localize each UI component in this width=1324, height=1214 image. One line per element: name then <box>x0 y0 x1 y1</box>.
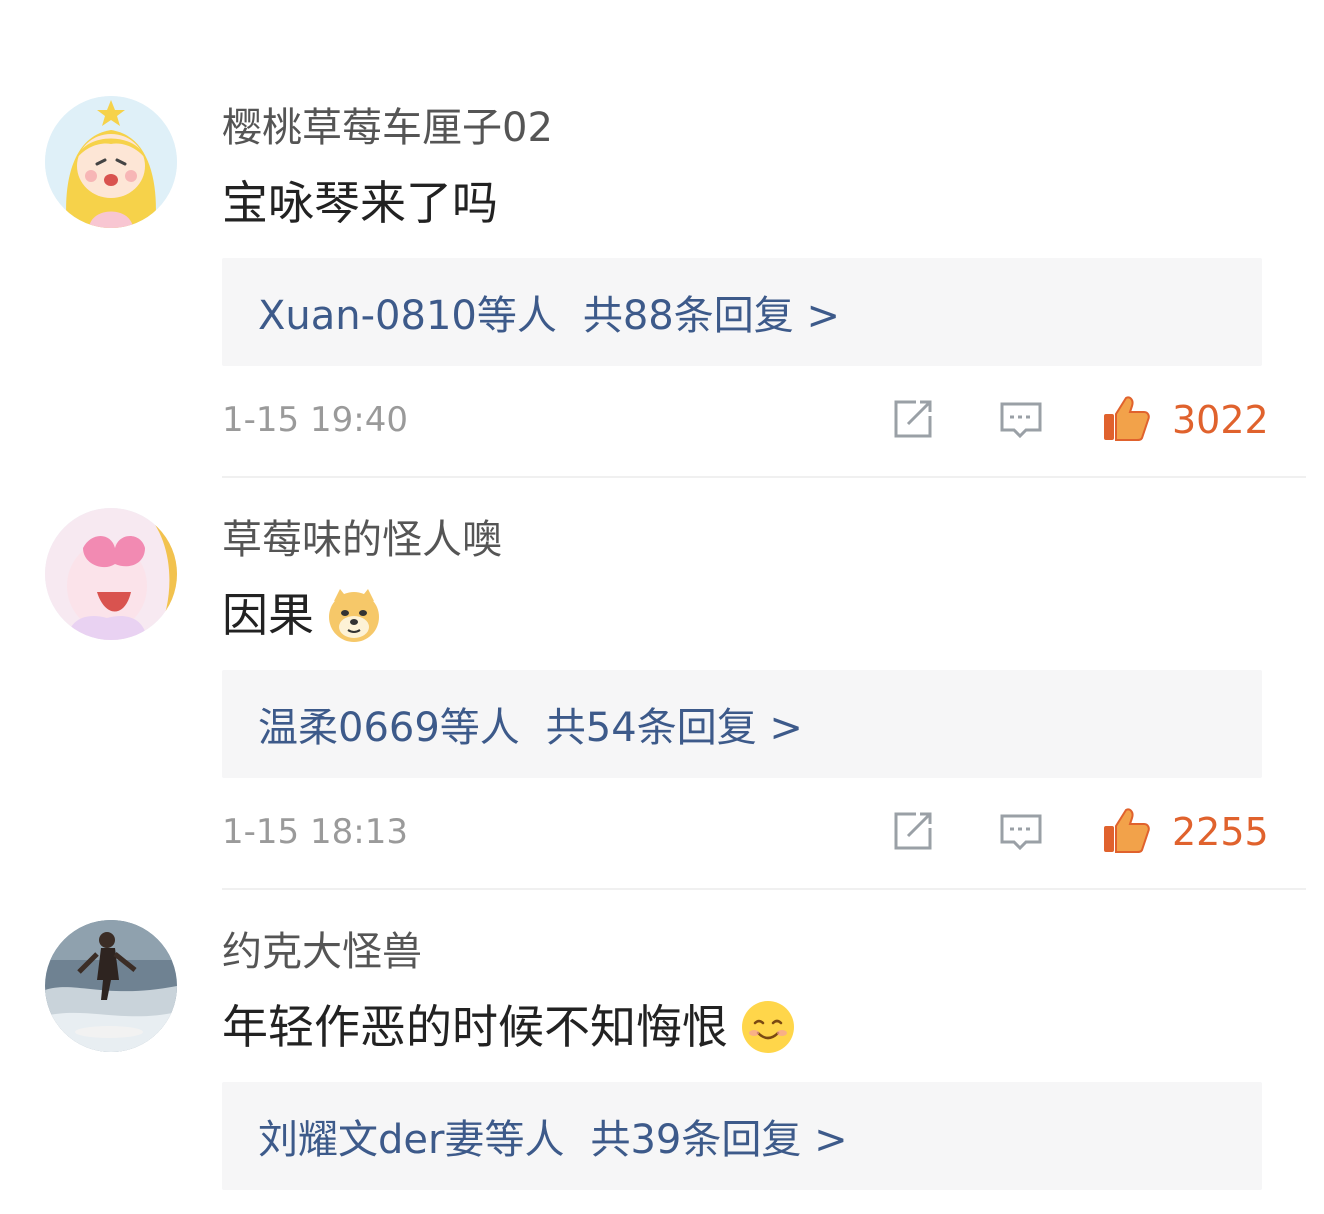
like-count: 3022 <box>1172 398 1269 442</box>
comment-text: 因果 <box>222 584 382 646</box>
comment-time: 1-15 19:40 <box>222 400 408 440</box>
avatar[interactable] <box>45 96 177 228</box>
comment-feed: 樱桃草莓车厘子02 宝咏琴来了吗 Xuan-0810等人 共88条回复 > 1-1… <box>0 0 1324 1214</box>
reply-users[interactable]: Xuan-0810等人 <box>258 293 557 339</box>
comment-bubble-icon[interactable] <box>998 808 1044 854</box>
reply-summary[interactable]: 温柔0669等人 共54条回复 > <box>222 670 1262 778</box>
divider <box>222 888 1306 890</box>
divider <box>222 476 1306 478</box>
comment-item: 草莓味的怪人噢 因果 温柔0669等人 共54条回复 > 1-15 18:13 … <box>0 508 1324 908</box>
comment-text-content: 年轻作恶的时候不知悔恨 <box>222 1000 728 1054</box>
reply-users[interactable]: 温柔0669等人 <box>258 705 520 751</box>
thumbs-up-icon <box>1100 804 1152 856</box>
share-icon[interactable] <box>890 396 936 442</box>
share-icon[interactable] <box>890 808 936 854</box>
comment-time: 1-15 18:13 <box>222 812 408 852</box>
comment-username[interactable]: 约克大怪兽 <box>222 924 422 980</box>
comment-text: 年轻作恶的时候不知悔恨 <box>222 996 796 1058</box>
reply-count-link[interactable]: 共39条回复 > <box>590 1117 847 1163</box>
comment-meta: 1-15 19:40 3022 <box>222 392 1269 448</box>
comment-item: 樱桃草莓车厘子02 宝咏琴来了吗 Xuan-0810等人 共88条回复 > 1-1… <box>0 96 1324 496</box>
comment-username[interactable]: 草莓味的怪人噢 <box>222 512 502 568</box>
doge-emoji-icon <box>326 587 382 643</box>
comment-text-content: 因果 <box>222 588 314 642</box>
comment-text-content: 宝咏琴来了吗 <box>222 176 498 230</box>
avatar[interactable] <box>45 920 177 1052</box>
like-count: 2255 <box>1172 810 1269 854</box>
comment-meta: 1-15 18:13 2255 <box>222 804 1269 860</box>
reply-count-link[interactable]: 共88条回复 > <box>583 293 840 339</box>
comment-item: 约克大怪兽 年轻作恶的时候不知悔恨 刘耀文der妻等人 共39条回复 > <box>0 920 1324 1214</box>
avatar[interactable] <box>45 508 177 640</box>
comment-username[interactable]: 樱桃草莓车厘子02 <box>222 100 553 156</box>
reply-summary[interactable]: Xuan-0810等人 共88条回复 > <box>222 258 1262 366</box>
reply-users[interactable]: 刘耀文der妻等人 <box>258 1117 564 1163</box>
smile-emoji-icon <box>740 999 796 1055</box>
comment-bubble-icon[interactable] <box>998 396 1044 442</box>
thumbs-up-icon <box>1100 392 1152 444</box>
reply-count-link[interactable]: 共54条回复 > <box>546 705 803 751</box>
reply-summary[interactable]: 刘耀文der妻等人 共39条回复 > <box>222 1082 1262 1190</box>
comment-text: 宝咏琴来了吗 <box>222 172 498 234</box>
